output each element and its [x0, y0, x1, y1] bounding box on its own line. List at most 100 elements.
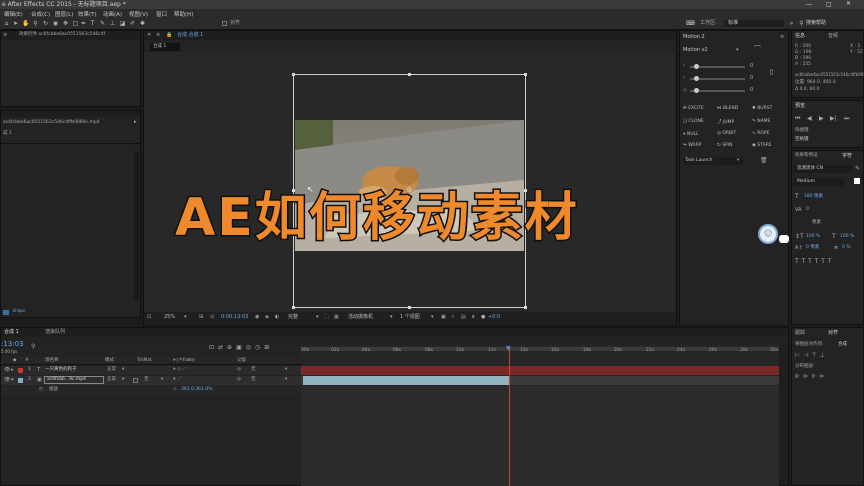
layer-2-parent[interactable]: 无 [251, 377, 256, 383]
pen-tool-icon[interactable]: ✒ [80, 20, 87, 27]
layer-1-mode[interactable]: 正常 [107, 367, 116, 373]
camera-tool-icon[interactable]: ◉ [52, 20, 59, 27]
text-tool-icon[interactable]: T [89, 20, 96, 27]
shape-tool-icon[interactable]: □ [72, 20, 79, 27]
mode-header[interactable]: 模式 [105, 358, 114, 364]
timeline-icon[interactable]: ▤ [461, 315, 466, 320]
layer-2-mode[interactable]: 正常 [107, 377, 116, 383]
spin-button[interactable]: ↻ SPIN [717, 143, 732, 148]
always-preview-icon[interactable]: ⊡ [147, 315, 151, 320]
zoom-dropdown-icon[interactable]: ▾ [184, 315, 187, 320]
region-of-interest-icon[interactable]: ⬚ [324, 315, 329, 320]
task-launch-select[interactable]: Task Launch ▾ [683, 157, 743, 165]
clone-button[interactable]: ❏ CLONE [683, 119, 704, 124]
distribute-buttons-icon[interactable]: ⊪⊫⊩⊨ [795, 374, 828, 380]
slider-left-icon[interactable]: ‹ [683, 64, 685, 69]
menu-composition[interactable]: 合成(C) [31, 10, 50, 18]
layer-1-visibility-icon[interactable]: 👁 [4, 368, 10, 373]
motion-trigger-icon[interactable]: ⇧ [768, 69, 775, 77]
timeline-scrollbar[interactable] [779, 345, 788, 485]
clone-stamp-tool-icon[interactable]: ⊥ [109, 20, 116, 27]
layer-2-preserve-checkbox[interactable] [133, 378, 138, 383]
layer-2-switches-icon[interactable]: ⚹ ／ [173, 377, 182, 383]
zoom-tool-icon[interactable]: ⚲ [32, 20, 39, 27]
menu-effect[interactable]: 效果(T) [78, 10, 97, 18]
menu-layer[interactable]: 图层(L) [55, 10, 73, 18]
interpret-footage-icon[interactable] [3, 310, 9, 315]
preview-tab[interactable]: 预览 [795, 104, 805, 109]
comp-subtab[interactable]: 合成 1 [150, 43, 180, 51]
chat-badge[interactable] [779, 235, 789, 243]
project-arrow-icon[interactable]: ▸ [134, 120, 137, 125]
play-icon[interactable]: ▶ [819, 116, 824, 122]
align-tab[interactable]: 对齐 [828, 331, 838, 336]
orbit-button[interactable]: ◎ ORBIT [717, 131, 736, 136]
source-name-header[interactable]: 源名称 [45, 358, 59, 364]
scale-stopwatch-icon[interactable]: ◷ [39, 387, 43, 393]
show-snapshot-icon[interactable]: ◈ [265, 315, 269, 320]
transform-handle-t[interactable] [408, 73, 411, 76]
last-frame-icon[interactable]: ⏭ [844, 116, 849, 122]
comp-menu-icon[interactable]: ≡ [156, 33, 160, 38]
tracking-value[interactable]: 0 [806, 207, 809, 213]
comp-lock-icon[interactable]: 🔒 [166, 33, 172, 38]
maximize-icon[interactable]: □ [826, 2, 832, 8]
burst-button[interactable]: ✹ BURST [752, 106, 772, 111]
prev-frame-icon[interactable]: ◀ [807, 116, 812, 122]
project-scrollbar[interactable] [134, 151, 139, 301]
first-frame-icon[interactable]: ⏮ [795, 116, 800, 122]
comp-timecode[interactable]: 0:00:13:03 [221, 315, 248, 320]
font-family-select[interactable]: 思源黑体 CN [794, 165, 852, 173]
roto-brush-tool-icon[interactable]: ✐ [129, 20, 136, 27]
menu-animation[interactable]: 动画(A) [103, 10, 122, 18]
layer-1-color-label[interactable] [18, 368, 23, 373]
audio-tab[interactable]: 音频 [828, 34, 838, 39]
layer-1-parent[interactable]: 无 [251, 367, 256, 373]
motion-slider-2-knob[interactable] [694, 76, 699, 81]
layer-2-visibility-icon[interactable]: 👁 [4, 378, 10, 383]
color-channel-icon[interactable]: ◐ [275, 315, 279, 320]
rotate-tool-icon[interactable]: ↻ [42, 20, 49, 27]
shortcut-select[interactable]: 空格键 [795, 137, 809, 143]
trkmat-header[interactable]: TrkMat [137, 358, 152, 364]
layer-2-duration-bar[interactable] [303, 376, 509, 385]
font-style-select[interactable]: Medium [794, 178, 844, 186]
minimize-icon[interactable]: — [806, 2, 812, 8]
timeline-timecode[interactable]: :13:03 [1, 341, 24, 348]
eyedropper-icon[interactable]: ✎ [855, 166, 860, 172]
zoom-select[interactable]: 25% [164, 315, 175, 320]
menu-window[interactable]: 窗口 [156, 10, 167, 18]
layer-2-name-box[interactable]: ac6fcbb...9c.mp4 [44, 376, 104, 384]
layer-1-expand-icon[interactable]: ▸ [11, 368, 14, 373]
layer-2-parent-pickwhip-icon[interactable]: ◎ [237, 377, 241, 383]
comp-close-icon[interactable]: ✕ [147, 33, 151, 38]
align-to-select[interactable]: 合成 [838, 342, 847, 348]
info-tab[interactable]: 信息 [795, 34, 805, 39]
warp-button[interactable]: ↬ WARP [683, 143, 701, 148]
workspace-select[interactable]: 标准 [724, 20, 784, 27]
layer-1-switches-icon[interactable]: ⚹ ◇ ／ [173, 367, 187, 373]
scale-link-icon[interactable]: ∞ [173, 387, 177, 393]
null-button[interactable]: ⌖ NULL [683, 131, 699, 137]
layer-2-trkmat[interactable]: 无 [144, 377, 149, 383]
puppet-tool-icon[interactable]: ✱ [139, 20, 146, 27]
fast-preview-icon[interactable]: ⚡ [451, 315, 455, 320]
camera-dropdown-icon[interactable]: ▾ [390, 315, 393, 320]
menu-help[interactable]: 帮助(H) [174, 10, 193, 18]
flowchart-icon[interactable]: ⋔ [471, 315, 475, 320]
more-icon[interactable]: » [788, 20, 795, 27]
align-buttons-icon[interactable]: ⊢⊣⊤⊥ [795, 353, 828, 359]
search-help-input[interactable]: 搜索帮助 [806, 21, 826, 26]
arrow-tool-icon[interactable]: ➤ [12, 20, 19, 27]
align-checkbox[interactable] [222, 21, 227, 26]
resolution-dropdown-icon[interactable]: ▾ [316, 315, 319, 320]
effects-presets-tab[interactable]: 效果和预设 [795, 153, 818, 159]
transform-handle-tr[interactable] [524, 73, 527, 76]
baseline-value[interactable]: 0 像素 [806, 245, 819, 251]
scale-property-row[interactable]: ◷ 缩放 ∞ 361.0,361.0% [1, 386, 301, 395]
composition-tab[interactable]: 合成 合成 1 [177, 33, 203, 38]
vertical-scale-value[interactable]: 100 % [806, 234, 820, 240]
motion-graph-icon[interactable]: ⌒ [754, 46, 761, 53]
effect-controls-tab[interactable]: 效果控件 ac6fcbbe6ac0551563c546c4f [19, 32, 105, 38]
exposure-value[interactable]: +0.0 [488, 315, 500, 320]
